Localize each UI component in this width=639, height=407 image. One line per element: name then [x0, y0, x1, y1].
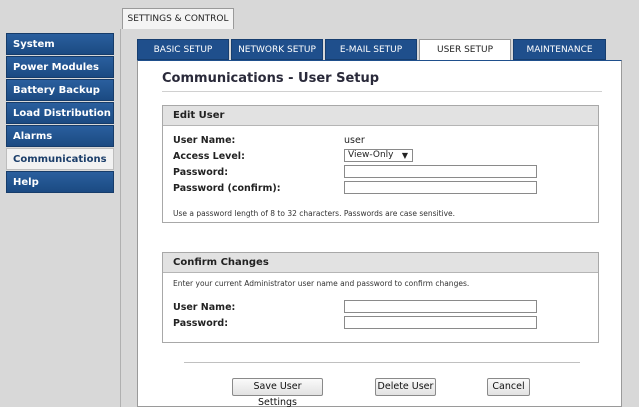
admin-password-field[interactable] — [344, 316, 537, 329]
main-panel: Communications - User Setup Edit User Us… — [137, 60, 622, 407]
password-hint: Use a password length of 8 to 32 charact… — [173, 209, 456, 218]
chevron-down-icon: ▼ — [401, 151, 408, 160]
access-level-label: Access Level: — [173, 151, 245, 162]
confirm-changes-heading: Confirm Changes — [163, 253, 598, 273]
section-tabs: BASIC SETUP NETWORK SETUP E-MAIL SETUP U… — [137, 39, 608, 60]
password-label: Password: — [173, 167, 229, 178]
sidebar-item-load-distribution[interactable]: Load Distribution — [6, 102, 114, 124]
password-field[interactable] — [344, 165, 537, 178]
admin-user-name-field[interactable] — [344, 300, 537, 313]
tab-network-setup[interactable]: NETWORK SETUP — [231, 39, 323, 60]
page-title: Communications - User Setup — [162, 71, 380, 86]
sidebar-nav: System Power Modules Battery Backup Load… — [6, 33, 114, 194]
password-confirm-label: Password (confirm): — [173, 183, 281, 194]
save-user-settings-button[interactable]: Save User Settings — [232, 378, 323, 407]
edit-user-section: Edit User User Name: user Access Level: … — [162, 105, 599, 223]
access-level-select[interactable]: View-Only ▼ — [344, 149, 413, 162]
access-level-selected-value: View-Only — [348, 150, 394, 160]
confirm-instruction: Enter your current Administrator user na… — [173, 279, 470, 288]
sidebar-item-communications[interactable]: Communications — [6, 148, 114, 170]
edit-user-heading: Edit User — [163, 106, 598, 126]
sidebar-item-system[interactable]: System — [6, 33, 114, 55]
tab-user-setup[interactable]: USER SETUP — [419, 39, 511, 60]
admin-password-label: Password: — [173, 318, 229, 329]
sidebar-item-power-modules[interactable]: Power Modules — [6, 56, 114, 78]
user-name-value: user — [344, 135, 365, 146]
sidebar-item-help[interactable]: Help — [6, 171, 114, 193]
delete-user-button[interactable]: Delete User — [375, 378, 436, 396]
tab-basic-setup[interactable]: BASIC SETUP — [137, 39, 229, 60]
user-name-label: User Name: — [173, 135, 236, 146]
tab-settings-and-control[interactable]: SETTINGS & CONTROL — [122, 8, 234, 29]
sidebar-item-battery-backup[interactable]: Battery Backup — [6, 79, 114, 101]
password-confirm-field[interactable] — [344, 181, 537, 194]
sidebar-item-alarms[interactable]: Alarms — [6, 125, 114, 147]
title-divider — [162, 91, 602, 92]
cancel-button[interactable]: Cancel — [487, 378, 530, 396]
admin-user-name-label: User Name: — [173, 302, 236, 313]
tab-email-setup[interactable]: E-MAIL SETUP — [325, 39, 417, 60]
actions-divider — [184, 362, 580, 363]
tab-maintenance[interactable]: MAINTENANCE — [513, 39, 606, 60]
confirm-changes-section: Confirm Changes Enter your current Admin… — [162, 252, 599, 343]
